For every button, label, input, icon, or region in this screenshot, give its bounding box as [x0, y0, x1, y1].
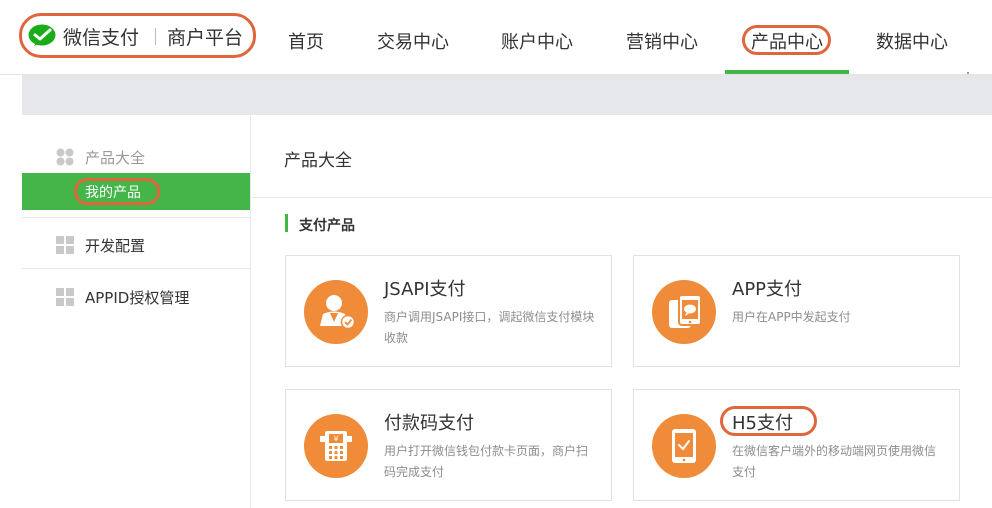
brand-name: 微信支付 [63, 27, 140, 49]
sidebar-item-my-products[interactable]: 我的产品 [22, 173, 250, 210]
sidebar: 产品大全 我的产品 开发配置 APPID授权管理 [22, 115, 251, 508]
nav-marketing-center[interactable]: 营销中心 [626, 28, 698, 54]
user-check-icon [304, 280, 368, 344]
card-description: 商户调用JSAPI接口，调起微信支付模块收款 [384, 310, 595, 345]
nav-product-center[interactable]: 产品中心 [751, 28, 823, 54]
top-navigation: 微信支付 商户平台 首页 交易中心 账户中心 营销中心 产品中心 数据中心 [0, 0, 992, 74]
sidebar-item-label: APPID授权管理 [85, 289, 190, 307]
title-divider [252, 197, 992, 198]
gray-banner [22, 75, 992, 115]
sidebar-divider [22, 217, 250, 218]
platform-name: 商户平台 [167, 27, 244, 49]
product-card-app[interactable]: APP支付 用户在APP中发起支付 [633, 255, 960, 367]
svg-text:¥: ¥ [333, 435, 338, 444]
sidebar-item-label: 产品大全 [85, 149, 146, 167]
page-title: 产品大全 [284, 151, 352, 171]
section-marker [285, 214, 288, 232]
card-title: 付款码支付 [384, 413, 474, 434]
tablet-check-icon [652, 414, 716, 478]
card-description: 用户在APP中发起支付 [732, 310, 851, 324]
phone-chat-icon [652, 280, 716, 344]
wechat-pay-icon [28, 24, 56, 46]
nav-trade-center[interactable]: 交易中心 [377, 28, 449, 54]
product-card-jsapi[interactable]: JSAPI支付 商户调用JSAPI接口，调起微信支付模块收款 [285, 255, 612, 367]
pos-terminal-icon: ¥ [304, 414, 368, 478]
card-title: APP支付 [732, 279, 803, 300]
grid-icon [56, 288, 74, 306]
section-title: 支付产品 [299, 218, 355, 234]
grid-icon [56, 236, 74, 254]
card-description: 在微信客户端外的移动端网页使用微信支付 [732, 444, 937, 479]
product-card-payment-code[interactable]: ¥ 付款码支付 用户打开微信钱包付款卡页面，商户扫码完成支付 [285, 389, 612, 501]
card-title: JSAPI支付 [384, 279, 466, 300]
nav-home[interactable]: 首页 [288, 28, 324, 54]
product-card-h5[interactable]: H5支付 在微信客户端外的移动端网页使用微信支付 [633, 389, 960, 501]
card-title: H5支付 [732, 413, 793, 434]
sidebar-item-label: 我的产品 [85, 185, 141, 201]
logo[interactable]: 微信支付 商户平台 [19, 13, 256, 58]
nav-data-center[interactable]: 数据中心 [876, 28, 948, 54]
sidebar-item-label: 开发配置 [85, 237, 146, 255]
nav-account-center[interactable]: 账户中心 [501, 28, 573, 54]
sidebar-divider [22, 268, 250, 269]
card-description: 用户打开微信钱包付款卡页面，商户扫码完成支付 [384, 444, 589, 479]
logo-divider [155, 28, 156, 45]
clover-icon [56, 148, 74, 166]
